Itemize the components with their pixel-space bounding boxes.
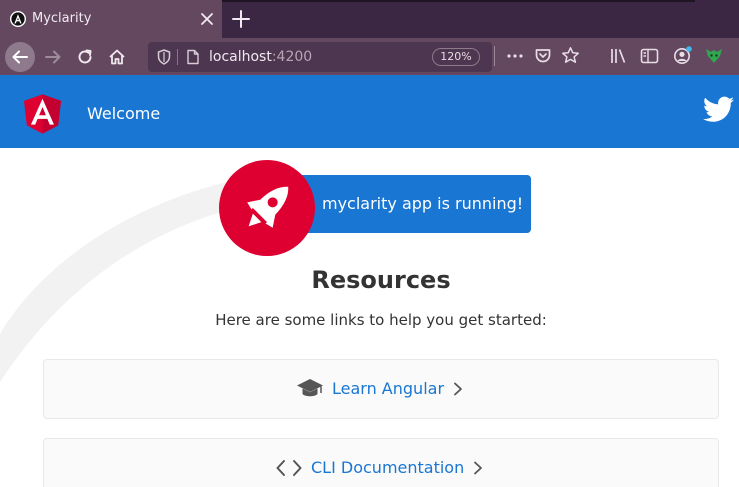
tracking-shield-icon[interactable] [157, 49, 171, 65]
graduation-cap-icon [297, 379, 323, 397]
address-bar-divider [177, 49, 178, 65]
pocket-icon[interactable] [534, 47, 552, 65]
browser-tab[interactable]: Myclarity [0, 0, 222, 38]
home-icon [109, 49, 125, 65]
tab-bar-divider [222, 0, 695, 2]
plus-icon[interactable] [230, 8, 252, 30]
page-info-icon[interactable] [186, 49, 200, 65]
forward-arrow-icon [45, 50, 61, 64]
account-icon[interactable] [672, 45, 693, 66]
extension-icon[interactable] [704, 46, 724, 66]
url-port: :4200 [271, 49, 313, 65]
address-bar[interactable]: localhost:4200 120% [148, 42, 492, 72]
toolbar-divider [494, 46, 495, 66]
angular-favicon-icon [10, 11, 26, 27]
angular-logo-icon [24, 94, 61, 134]
rocket-icon [247, 186, 289, 228]
sidebar-icon[interactable] [640, 47, 659, 65]
chevron-right-icon [454, 382, 462, 396]
code-icon [276, 460, 302, 476]
browser-tab-bar: Myclarity [0, 0, 739, 38]
more-icon[interactable] [505, 47, 525, 65]
url-host: localhost [209, 49, 272, 65]
close-tab-icon[interactable] [199, 10, 215, 28]
resources-subtitle: Here are some links to help you get star… [215, 311, 547, 329]
back-button[interactable] [5, 42, 35, 72]
tab-title: Myclarity [32, 11, 92, 26]
toolbar-title: Welcome [87, 104, 161, 123]
main-content: myclarity app is running! Resources Here… [0, 148, 739, 487]
url-text[interactable]: localhost:4200 [209, 49, 312, 65]
banner-text: myclarity app is running! [322, 194, 524, 213]
cli-documentation-card[interactable]: CLI Documentation [43, 438, 719, 487]
rocket-badge [219, 160, 315, 256]
twitter-icon[interactable] [703, 96, 734, 123]
learn-angular-card[interactable]: Learn Angular [43, 359, 719, 419]
resources-title: Resources [311, 266, 451, 294]
cli-documentation-link[interactable]: CLI Documentation [311, 458, 464, 478]
reload-icon [78, 49, 92, 64]
home-button[interactable] [103, 43, 131, 71]
library-icon[interactable] [609, 47, 629, 65]
forward-button[interactable] [39, 43, 67, 71]
back-arrow-icon [12, 50, 28, 64]
star-icon[interactable] [561, 46, 580, 65]
learn-angular-link[interactable]: Learn Angular [332, 379, 444, 399]
reload-button[interactable] [71, 43, 99, 71]
zoom-level-button[interactable]: 120% [432, 48, 480, 66]
app-toolbar: Welcome [0, 75, 739, 148]
chevron-right-icon [474, 461, 483, 475]
